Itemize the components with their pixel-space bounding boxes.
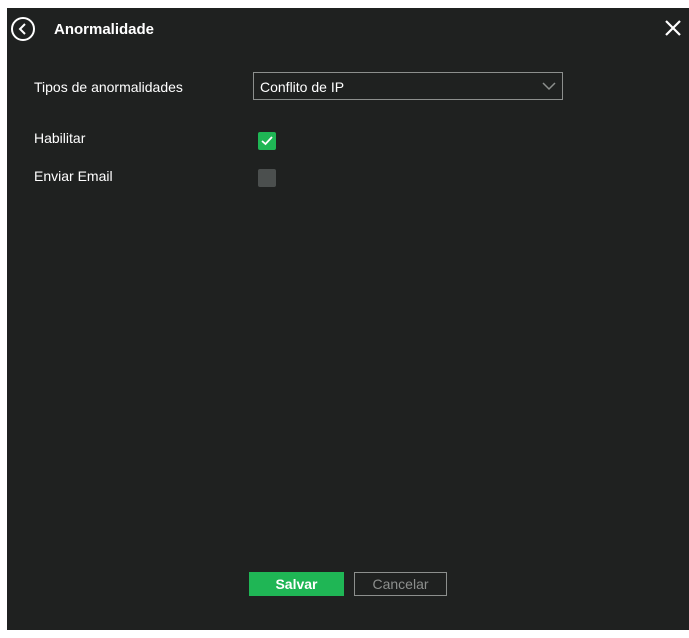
save-button[interactable]: Salvar: [249, 572, 344, 596]
cancel-button[interactable]: Cancelar: [354, 572, 447, 596]
title-bar: Anormalidade: [7, 8, 689, 52]
chevron-down-icon: [542, 82, 556, 91]
abnormality-dialog: Anormalidade Tipos de anormalidades Conf…: [7, 8, 689, 630]
abnormality-type-value: Conflito de IP: [260, 79, 345, 95]
enable-checkbox[interactable]: [258, 132, 276, 150]
enable-label: Habilitar: [34, 130, 86, 146]
checkmark-icon: [261, 136, 273, 146]
send-email-label: Enviar Email: [34, 168, 113, 184]
abnormality-type-label: Tipos de anormalidades: [34, 79, 183, 95]
close-button[interactable]: [663, 18, 683, 38]
close-icon: [665, 20, 681, 36]
back-button[interactable]: [11, 17, 35, 41]
send-email-checkbox[interactable]: [258, 169, 276, 187]
chevron-left-icon: [18, 23, 26, 35]
abnormality-type-select[interactable]: Conflito de IP: [253, 72, 563, 100]
dialog-title: Anormalidade: [54, 21, 155, 38]
